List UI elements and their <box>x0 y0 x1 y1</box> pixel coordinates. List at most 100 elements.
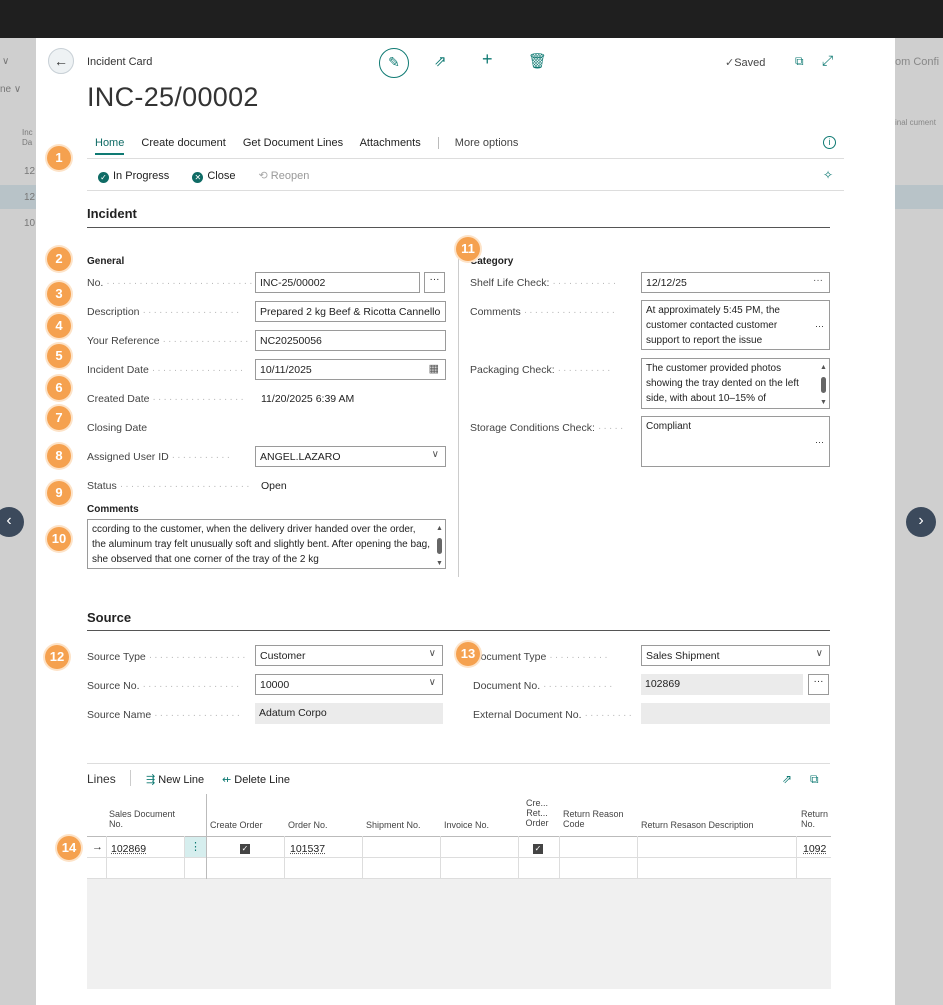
pin-icon[interactable]: ✧ <box>823 168 833 182</box>
general-group-title: General <box>87 256 125 267</box>
tab-get-document-lines[interactable]: Get Document Lines <box>243 137 343 149</box>
col-order-no[interactable]: Order No. <box>288 820 328 830</box>
new-line-button[interactable]: ⇶ New Line <box>146 773 204 786</box>
tab-attachments[interactable]: Attachments <box>360 137 421 149</box>
row-menu-icon[interactable]: ⋮ <box>185 837 206 857</box>
comments-group-title: Comments <box>87 504 139 515</box>
source-no-label: Source No. ·················· <box>87 680 242 692</box>
share-icon[interactable]: ⇗ <box>434 52 447 70</box>
callout-badge: 13 <box>456 642 480 666</box>
document-no-label: Document No. ············· <box>473 680 615 692</box>
chevron-down-icon: ∨ <box>431 449 439 460</box>
delete-line-icon: ⇷ <box>222 774 232 786</box>
document-type-label: Document Type ··········· <box>473 651 610 663</box>
callout-badge: 2 <box>47 247 71 271</box>
document-no-assist-button[interactable]: ··· <box>808 674 829 695</box>
col-invoice-no[interactable]: Invoice No. <box>444 820 489 830</box>
created-date-label: Created Date ················· <box>87 393 246 405</box>
new-plus-icon[interactable]: + <box>482 49 493 70</box>
callout-badge: 1 <box>47 146 71 170</box>
col-return-no[interactable]: Return No. <box>801 809 831 829</box>
packaging-field[interactable]: The customer provided photos showing the… <box>641 358 830 409</box>
status-label: Status ························· <box>87 480 252 492</box>
sales-doc-no-cell[interactable]: 102869 <box>111 843 146 855</box>
back-arrow-icon[interactable]: ← <box>48 48 74 74</box>
tab-create-document[interactable]: Create document <box>141 137 225 149</box>
callout-badge: 14 <box>57 836 81 860</box>
tab-home[interactable]: Home <box>95 137 125 155</box>
closing-date-label: Closing Date <box>87 422 148 434</box>
lines-share-icon[interactable]: ⇗ <box>782 772 792 786</box>
delete-trash-icon[interactable]: 🗑 <box>528 52 547 70</box>
info-icon[interactable]: i <box>823 136 836 149</box>
more-dots-icon[interactable]: ··· <box>815 435 824 450</box>
no-assist-button[interactable]: ··· <box>424 272 445 293</box>
description-field[interactable]: Prepared 2 kg Beef & Ricotta Cannello <box>255 301 446 322</box>
category-group-title: Category <box>470 256 514 267</box>
category-comments-field[interactable]: At approximately 5:45 PM, the customer c… <box>641 300 830 350</box>
order-no-cell[interactable]: 101537 <box>290 843 325 855</box>
source-name-label: Source Name ················ <box>87 709 243 721</box>
source-no-select[interactable]: 10000 ∨ <box>255 674 443 695</box>
create-order-checkbox[interactable]: ✓ <box>240 842 250 854</box>
delete-line-button[interactable]: ⇷ Delete Line <box>222 773 290 786</box>
shelf-life-label: Shelf Life Check: ············ <box>470 277 619 289</box>
category-comments-label: Comments ················· <box>470 306 618 318</box>
check-icon: ✓ <box>98 172 109 183</box>
edit-pencil-icon[interactable]: ✎ <box>379 48 409 78</box>
chevron-down-icon: ∨ <box>815 648 823 659</box>
callout-badge: 7 <box>47 406 71 430</box>
document-type-select[interactable]: Sales Shipment ∨ <box>641 645 830 666</box>
description-label: Description ·················· <box>87 306 242 318</box>
comments-textarea[interactable]: ccording to the customer, when the deliv… <box>87 519 446 569</box>
shelf-life-field[interactable]: 12/12/25 ··· <box>641 272 830 293</box>
callout-badge: 10 <box>47 527 71 551</box>
col-return-reason-description[interactable]: Return Resason Description <box>641 820 754 830</box>
created-date-value: 11/20/2025 6:39 AM <box>261 393 355 405</box>
calendar-icon[interactable]: ▦ <box>429 362 439 375</box>
breadcrumb: Incident Card <box>87 56 153 68</box>
more-dots-icon[interactable]: ··· <box>813 275 823 286</box>
incident-date-field[interactable]: 10/11/2025 ▦ <box>255 359 446 380</box>
in-progress-button[interactable]: ✓ In Progress <box>98 170 169 183</box>
incident-date-label: Incident Date ················· <box>87 364 246 376</box>
source-section-title: Source <box>87 610 132 625</box>
callout-badge: 11 <box>456 237 480 261</box>
next-record-button[interactable]: › <box>906 507 936 537</box>
source-type-label: Source Type ·················· <box>87 651 248 663</box>
create-return-order-checkbox[interactable]: ✓ <box>533 842 543 854</box>
comments-scrollbar[interactable]: ▲ ▼ <box>435 521 444 567</box>
grid-header <box>87 794 831 837</box>
col-return-reason-code[interactable]: Return Reason Code <box>563 809 629 829</box>
chevron-down-icon: ∨ <box>428 677 436 688</box>
storage-field[interactable]: Compliant ··· <box>641 416 830 467</box>
your-reference-label: Your Reference ················ <box>87 335 251 347</box>
assigned-user-select[interactable]: ANGEL.LAZARO ∨ <box>255 446 446 467</box>
col-create-return-order[interactable]: Cre... Ret... Order <box>522 798 552 828</box>
source-type-select[interactable]: Customer ∨ <box>255 645 443 666</box>
packaging-scrollbar[interactable]: ▲ ▼ <box>819 360 828 407</box>
open-new-window-icon[interactable]: ⧉ <box>795 54 804 69</box>
reopen-button: ⟲ Reopen <box>258 170 310 182</box>
action-tabs: Home Create document Get Document Lines … <box>95 137 532 155</box>
expand-icon[interactable]: ⤢ <box>822 52 833 69</box>
actions-divider <box>87 190 844 191</box>
callout-badge: 5 <box>47 344 71 368</box>
page-title: INC-25/00002 <box>87 82 259 112</box>
tab-more-options[interactable]: More options <box>437 137 519 149</box>
col-shipment-no[interactable]: Shipment No. <box>366 820 421 830</box>
lines-title: Lines <box>87 772 116 786</box>
return-no-cell[interactable]: 1092 <box>803 843 826 855</box>
your-reference-field[interactable]: NC20250056 <box>255 330 446 351</box>
more-dots-icon[interactable]: ··· <box>815 319 824 334</box>
col-create-order[interactable]: Create Order <box>210 820 263 830</box>
no-label: No. ··························· <box>87 277 252 289</box>
document-no-value: 102869 <box>641 674 803 695</box>
no-field[interactable]: INC-25/00002 <box>255 272 420 293</box>
close-button[interactable]: ✕ Close <box>192 170 235 183</box>
col-sales-document-no[interactable]: Sales Document No. <box>109 809 179 829</box>
lines-expand-icon[interactable]: ⧉ <box>810 772 819 787</box>
callout-badge: 4 <box>47 314 71 338</box>
status-value: Open <box>261 480 287 492</box>
external-doc-no-label: External Document No. ········· <box>473 709 634 721</box>
